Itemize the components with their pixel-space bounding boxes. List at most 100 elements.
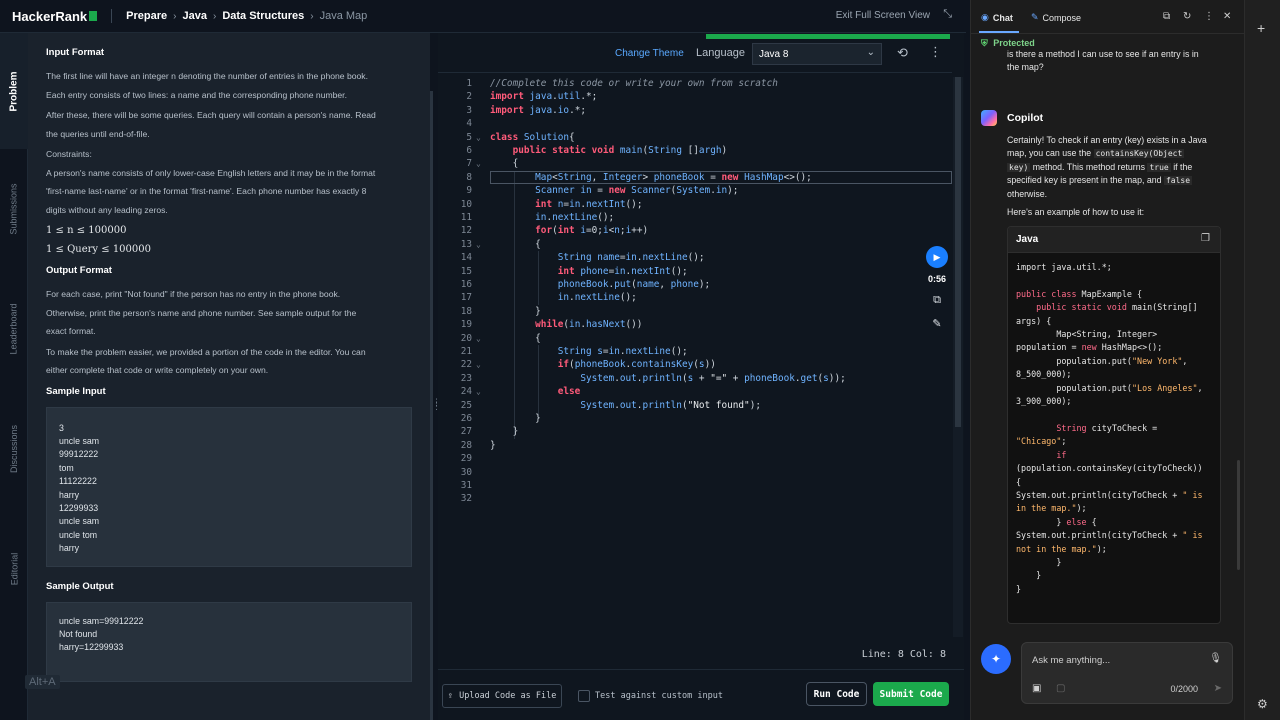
code-line[interactable]: 1 //Complete this code or write your own …	[438, 77, 952, 90]
exit-fullscreen-link[interactable]: Exit Full Screen View	[836, 10, 930, 21]
paragraph: either complete that code or write compl…	[46, 365, 269, 375]
character-count: 0/2000	[1170, 684, 1198, 694]
editor-scrollbar[interactable]	[953, 77, 963, 637]
image-icon[interactable]: ▣	[1032, 683, 1041, 694]
sample-input-box: 3 uncle sam 99912222 tom 11122222 harry …	[46, 406, 412, 567]
refresh-icon[interactable]: ↻	[1183, 11, 1191, 22]
tab-editorial[interactable]: Editorial	[0, 509, 28, 629]
code-line[interactable]: 29	[438, 452, 952, 465]
tab-chat[interactable]: ◉ Chat	[981, 12, 1013, 23]
panel-splitter[interactable]: ⋮ ⋮	[430, 33, 441, 720]
code-line[interactable]: 26 }	[438, 412, 952, 425]
breadcrumb-prepare[interactable]: Prepare	[126, 10, 167, 22]
code-line[interactable]: 23 System.out.println(s + "=" + phoneBoo…	[438, 372, 952, 385]
screenshot-icon[interactable]: ⧉	[922, 294, 952, 307]
fold-chevron-icon[interactable]: ⌄	[476, 238, 481, 251]
breadcrumb-java[interactable]: Java	[182, 10, 206, 22]
language-label: Language	[696, 47, 745, 59]
code-line[interactable]: 12 for(int i=0;i<n;i++)	[438, 224, 952, 237]
copy-icon[interactable]: ❐	[1201, 233, 1210, 244]
code-line[interactable]: 22 ⌄ if(phoneBook.containsKey(s))	[438, 358, 952, 371]
message-line: the map?	[1007, 62, 1044, 73]
code-line[interactable]: 8 Map<String, Integer> phoneBook = new H…	[438, 170, 952, 185]
close-icon[interactable]: ✕	[1223, 11, 1231, 22]
code-line[interactable]: 32	[438, 492, 952, 505]
tab-compose[interactable]: ✎ Compose	[1031, 12, 1081, 23]
tab-problem[interactable]: Problem	[0, 33, 28, 149]
run-code-button[interactable]: Run Code	[806, 682, 867, 706]
logo-square-icon	[89, 11, 98, 21]
fold-chevron-icon[interactable]: ⌄	[476, 358, 481, 371]
more-vertical-icon[interactable]: ⋮	[1204, 11, 1214, 22]
tab-discussions[interactable]: Discussions	[0, 389, 28, 509]
code-text: System.out.println("Not found");	[580, 399, 761, 411]
code-line[interactable]: 28}	[438, 439, 952, 452]
code-line[interactable]: 7 ⌄ {	[438, 157, 952, 170]
code-line[interactable]: 17 in.nextLine();	[438, 291, 952, 304]
scrollbar[interactable]	[1237, 460, 1240, 570]
screenshot-icon[interactable]: ▢	[1056, 683, 1065, 694]
code-line[interactable]: 2 import java.util.*;	[438, 90, 952, 103]
code-area[interactable]: 1 //Complete this code or write your own …	[438, 77, 952, 637]
microphone-icon[interactable]: 🎙	[1209, 653, 1222, 664]
add-icon[interactable]: +	[1257, 20, 1265, 36]
more-vertical-icon[interactable]: ⋮	[929, 44, 942, 60]
code-line[interactable]: 3 import java.io.*;	[438, 104, 952, 117]
code-line[interactable]: 4	[438, 117, 952, 130]
code-text: Scanner in = new Scanner(System.in);	[535, 185, 739, 197]
code-line[interactable]: 24 ⌄ else	[438, 385, 952, 398]
scroll-thumb[interactable]	[955, 77, 961, 427]
tab-leaderboard[interactable]: Leaderboard	[0, 269, 28, 389]
gear-icon[interactable]: ⚙	[1257, 697, 1268, 711]
tab-label: Discussions	[9, 424, 20, 474]
collapse-icon[interactable]: ⤡	[943, 8, 952, 21]
copilot-header: ◉ Chat ✎ Compose ⧉ ↻ ⋮ ✕	[971, 0, 1245, 34]
fold-chevron-icon[interactable]: ⌄	[476, 385, 481, 398]
code-line[interactable]: 15 int phone=in.nextInt();	[438, 265, 952, 278]
custom-input-checkbox[interactable]	[578, 690, 590, 702]
hackerrank-logo[interactable]: HackerRank	[12, 9, 98, 24]
play-icon[interactable]: ▶	[926, 246, 948, 268]
submit-code-button[interactable]: Submit Code	[873, 682, 949, 706]
code-line[interactable]: 18 }	[438, 305, 952, 318]
open-external-icon[interactable]: ⧉	[1163, 11, 1170, 22]
code-text: //Complete this code or write your own f…	[490, 78, 778, 89]
line-number: 9	[466, 185, 472, 197]
code-line[interactable]: 14 String name=in.nextLine();	[438, 251, 952, 264]
code-line[interactable]: 19 while(in.hasNext())	[438, 318, 952, 331]
fold-chevron-icon[interactable]: ⌄	[476, 332, 481, 345]
upload-code-button[interactable]: ⇪ Upload Code as File	[442, 684, 562, 708]
code-line[interactable]: 6 public static void main(String []argh)	[438, 144, 952, 157]
code-snippet: Java ❐ import java.util.*; public class …	[1007, 226, 1221, 624]
new-chat-icon[interactable]: ✦	[981, 644, 1011, 674]
code-line[interactable]: 21 String s=in.nextLine();	[438, 345, 952, 358]
line-number: 25	[460, 399, 472, 411]
fold-chevron-icon[interactable]: ⌄	[476, 157, 481, 170]
change-theme-link[interactable]: Change Theme	[615, 48, 684, 59]
code-line[interactable]: 20 ⌄ {	[438, 332, 952, 345]
code-line[interactable]: 30	[438, 466, 952, 479]
tab-submissions[interactable]: Submissions	[0, 149, 28, 269]
code-line[interactable]: 31	[438, 479, 952, 492]
custom-input-label[interactable]: Test against custom input	[595, 691, 723, 701]
history-icon[interactable]: ⟲	[897, 45, 908, 61]
breadcrumb-data-structures[interactable]: Data Structures	[222, 10, 304, 22]
code-line[interactable]: 25 System.out.println("Not found");	[438, 399, 952, 412]
code-line[interactable]: 13 ⌄ {	[438, 238, 952, 251]
chat-input[interactable]: Ask me anything... 🎙 ▣ ▢ 0/2000 ➤	[1021, 642, 1233, 704]
sample-line: Not found	[59, 628, 98, 639]
code-line[interactable]: 27 }	[438, 425, 952, 438]
inline-code: true	[1147, 162, 1171, 172]
fold-chevron-icon[interactable]: ⌄	[476, 131, 481, 144]
code-line[interactable]: 9 Scanner in = new Scanner(System.in);	[438, 184, 952, 197]
code-line[interactable]: 11 in.nextLine();	[438, 211, 952, 224]
divider	[438, 669, 964, 670]
active-tab-indicator	[979, 31, 1019, 33]
language-select[interactable]: Java 8 ⌄	[752, 43, 882, 65]
code-line[interactable]: 16 phoneBook.put(name, phone);	[438, 278, 952, 291]
code-line[interactable]: 10 int n=in.nextInt();	[438, 198, 952, 211]
send-icon[interactable]: ➤	[1214, 683, 1222, 694]
code-line[interactable]: 5 ⌄ class Solution{	[438, 131, 952, 144]
annotate-icon[interactable]: ✎	[922, 317, 952, 330]
code-text: {	[490, 238, 541, 250]
